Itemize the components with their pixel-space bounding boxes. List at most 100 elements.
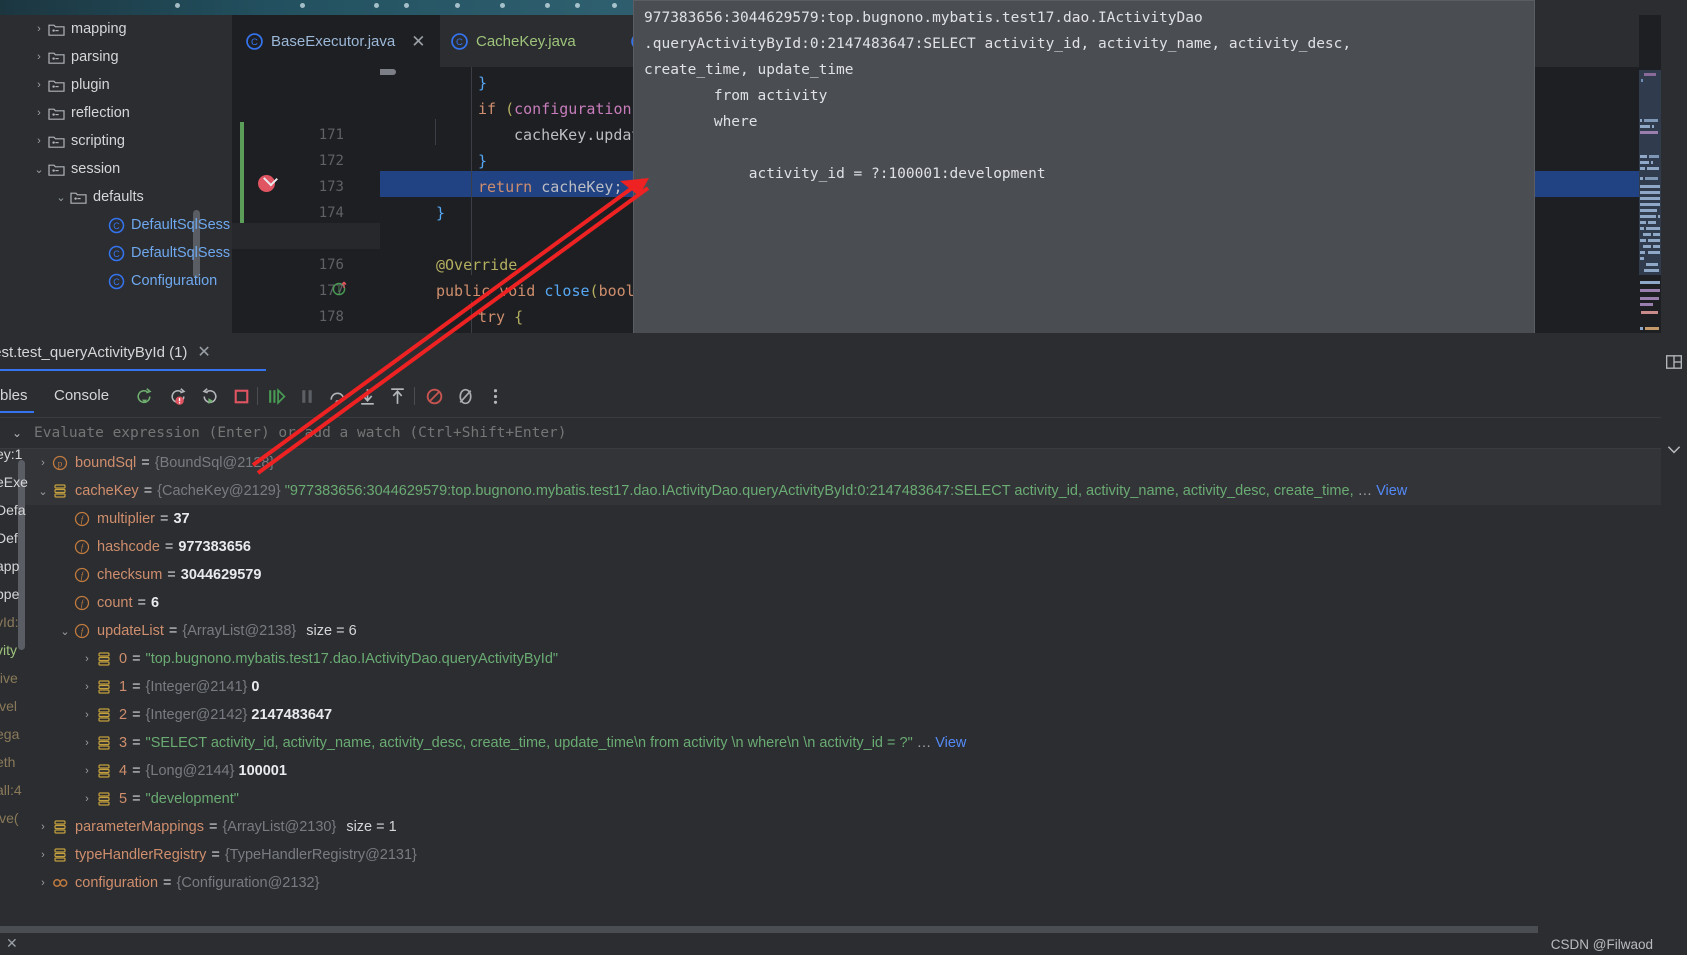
chevron-right-icon[interactable]: › — [34, 457, 52, 469]
frame-row[interactable]: ive( — [0, 804, 19, 832]
frame-row[interactable]: vity — [0, 636, 17, 664]
chevron-right-icon[interactable]: › — [34, 849, 52, 861]
chevron-right-icon[interactable]: › — [30, 79, 48, 91]
view-breakpoints-button[interactable] — [455, 386, 476, 407]
variable-name: 2 — [119, 707, 128, 723]
chevron-right-icon[interactable]: › — [34, 877, 52, 889]
tree-item-parsing[interactable]: › parsing — [30, 43, 118, 71]
tree-item-defaultsqlsess[interactable]: C DefaultSqlSess — [90, 211, 230, 239]
variables-horizontal-scrollbar[interactable] — [0, 926, 1538, 933]
more-options-button[interactable] — [485, 386, 506, 407]
chevron-right-icon[interactable]: › — [78, 765, 96, 777]
variable-row[interactable]: f checksum = 3044629579 — [0, 561, 1661, 589]
variable-row[interactable]: ⌄ cacheKey = {CacheKey@2129} "977383656:304… — [0, 477, 1661, 505]
tab-variables[interactable]: bles — [0, 377, 28, 415]
variable-row[interactable]: › 3 = "SELECT activity_id, activity_name, a… — [0, 729, 1661, 757]
chevron-down-icon[interactable]: ⌄ — [34, 485, 52, 498]
chevron-down-icon[interactable]: ⌄ — [0, 426, 34, 440]
evaluate-expression-input[interactable] — [34, 425, 1234, 441]
chevron-down-icon[interactable] — [1665, 440, 1683, 458]
debug-session-tab[interactable]: piTest.test_queryActivityById (1) ✕ — [0, 333, 223, 371]
tree-item-configuration[interactable]: C Configuration — [90, 267, 217, 295]
variable-name: 4 — [119, 763, 128, 779]
variables-tree[interactable]: › p boundSql = {BoundSql@2128} ⌄ cacheKey = {Cac… — [0, 449, 1661, 955]
step-over-button[interactable] — [327, 386, 348, 407]
chevron-right-icon[interactable]: › — [30, 51, 48, 63]
frame-row[interactable]: ivel — [0, 692, 17, 720]
implementing-method-icon[interactable]: I — [332, 280, 348, 296]
close-icon[interactable]: ✕ — [411, 33, 425, 50]
rerun-failed-button[interactable] — [168, 386, 189, 407]
layout-icon[interactable] — [1665, 353, 1683, 371]
variable-row[interactable]: › p boundSql = {BoundSql@2128} — [0, 449, 1661, 477]
variable-row[interactable]: › typeHandlerRegistry = {TypeHandlerRegistr… — [0, 841, 1661, 869]
frame-row[interactable]: yId: — [0, 608, 19, 636]
step-out-button[interactable] — [387, 386, 408, 407]
stop-button[interactable] — [231, 386, 252, 407]
chevron-right-icon[interactable]: › — [78, 737, 96, 749]
variable-row[interactable]: › 0 = "top.bugnono.mybatis.test17.dao.IActi… — [0, 645, 1661, 673]
frame-row[interactable]: Defa — [0, 496, 26, 524]
variable-row[interactable]: › 1 = {Integer@2141} 0 — [0, 673, 1661, 701]
tree-item-session[interactable]: ⌄ session — [30, 155, 120, 183]
chevron-right-icon[interactable]: › — [34, 821, 52, 833]
chevron-right-icon[interactable]: › — [78, 709, 96, 721]
tree-item-plugin[interactable]: › plugin — [30, 71, 110, 99]
variable-row[interactable]: f multiplier = 37 — [0, 505, 1661, 533]
tree-item-defaults[interactable]: ⌄ defaults — [52, 183, 143, 211]
frame-row[interactable]: ega — [0, 720, 19, 748]
tab-console[interactable]: Console — [54, 377, 109, 415]
pause-button[interactable] — [297, 386, 318, 407]
variable-row[interactable]: › 5 = "development" — [0, 785, 1661, 813]
frame-row[interactable]: ppe — [0, 580, 19, 608]
chevron-down-icon[interactable]: ⌄ — [56, 625, 74, 638]
resume-button[interactable] — [266, 386, 287, 407]
frame-row[interactable]: ey:1 — [0, 440, 22, 468]
mute-breakpoints-button[interactable] — [424, 386, 445, 407]
frame-row[interactable]: Def — [0, 524, 18, 552]
chevron-right-icon[interactable]: › — [78, 681, 96, 693]
close-icon[interactable]: ✕ — [197, 342, 210, 362]
editor-gutter[interactable]: 171 172 173 174 176 177 178 179 180 I — [232, 67, 380, 377]
variable-row[interactable]: › configuration = {Configuration@2132} — [0, 869, 1661, 897]
chevron-down-icon[interactable]: ⌄ — [52, 191, 70, 204]
frame-row[interactable]: eExe — [0, 468, 28, 496]
tree-item-scripting[interactable]: › scripting — [30, 127, 125, 155]
frame-row[interactable]: app — [0, 552, 19, 580]
list-icon — [52, 483, 68, 499]
line-number: 171 — [318, 127, 344, 143]
tree-item-reflection[interactable]: › reflection — [30, 99, 130, 127]
variable-row[interactable]: › parameterMappings = {ArrayList@2130} size … — [0, 813, 1661, 841]
chevron-right-icon[interactable]: › — [30, 135, 48, 147]
tree-item-mapping[interactable]: › mapping — [30, 15, 126, 43]
tree-item-defaultsqlsess[interactable]: C DefaultSqlSess — [90, 239, 230, 267]
view-value-link[interactable]: View — [1376, 483, 1407, 499]
variable-row[interactable]: f hashcode = 977383656 — [0, 533, 1661, 561]
variable-row[interactable]: ⌄ f updateList = {ArrayList@2138} size = 6 — [0, 617, 1661, 645]
line-number: 177 — [318, 283, 344, 299]
chevron-right-icon[interactable]: › — [78, 653, 96, 665]
editor-tab-cachekey[interactable]: C CacheKey.java — [437, 15, 590, 67]
variable-name: parameterMappings — [75, 819, 204, 835]
chevron-right-icon[interactable]: › — [78, 793, 96, 805]
chevron-right-icon[interactable]: › — [30, 23, 48, 35]
view-value-link[interactable]: View — [935, 735, 966, 751]
variable-row[interactable]: › 4 = {Long@2144} 100001 — [0, 757, 1661, 785]
debug-button[interactable] — [199, 386, 220, 407]
evaluate-expression-bar[interactable]: ⌄ — [0, 417, 1661, 449]
frame-row[interactable]: tive — [0, 664, 18, 692]
step-into-button[interactable] — [357, 386, 378, 407]
chevron-down-icon[interactable]: ⌄ — [30, 163, 48, 176]
project-tree[interactable]: › mapping › parsing › plugin › reflection › scrip… — [0, 15, 232, 333]
right-tool-rail[interactable] — [1661, 15, 1687, 955]
rerun-button[interactable] — [134, 386, 155, 407]
breakpoint-icon[interactable] — [258, 175, 275, 192]
frames-panel-sliver[interactable]: ey:1eExeDefaDefappppeyId:vitytiveivelega… — [0, 440, 28, 910]
variable-row[interactable]: › 2 = {Integer@2142} 2147483647 — [0, 701, 1661, 729]
chevron-right-icon[interactable]: › — [30, 107, 48, 119]
close-icon[interactable]: ✕ — [6, 935, 18, 952]
variable-row[interactable]: f count = 6 — [0, 589, 1661, 617]
editor-tab-baseexecutor[interactable]: C BaseExecutor.java ✕ — [232, 15, 440, 67]
frame-row[interactable]: eth — [0, 748, 15, 776]
frame-row[interactable]: all:4 — [0, 776, 22, 804]
